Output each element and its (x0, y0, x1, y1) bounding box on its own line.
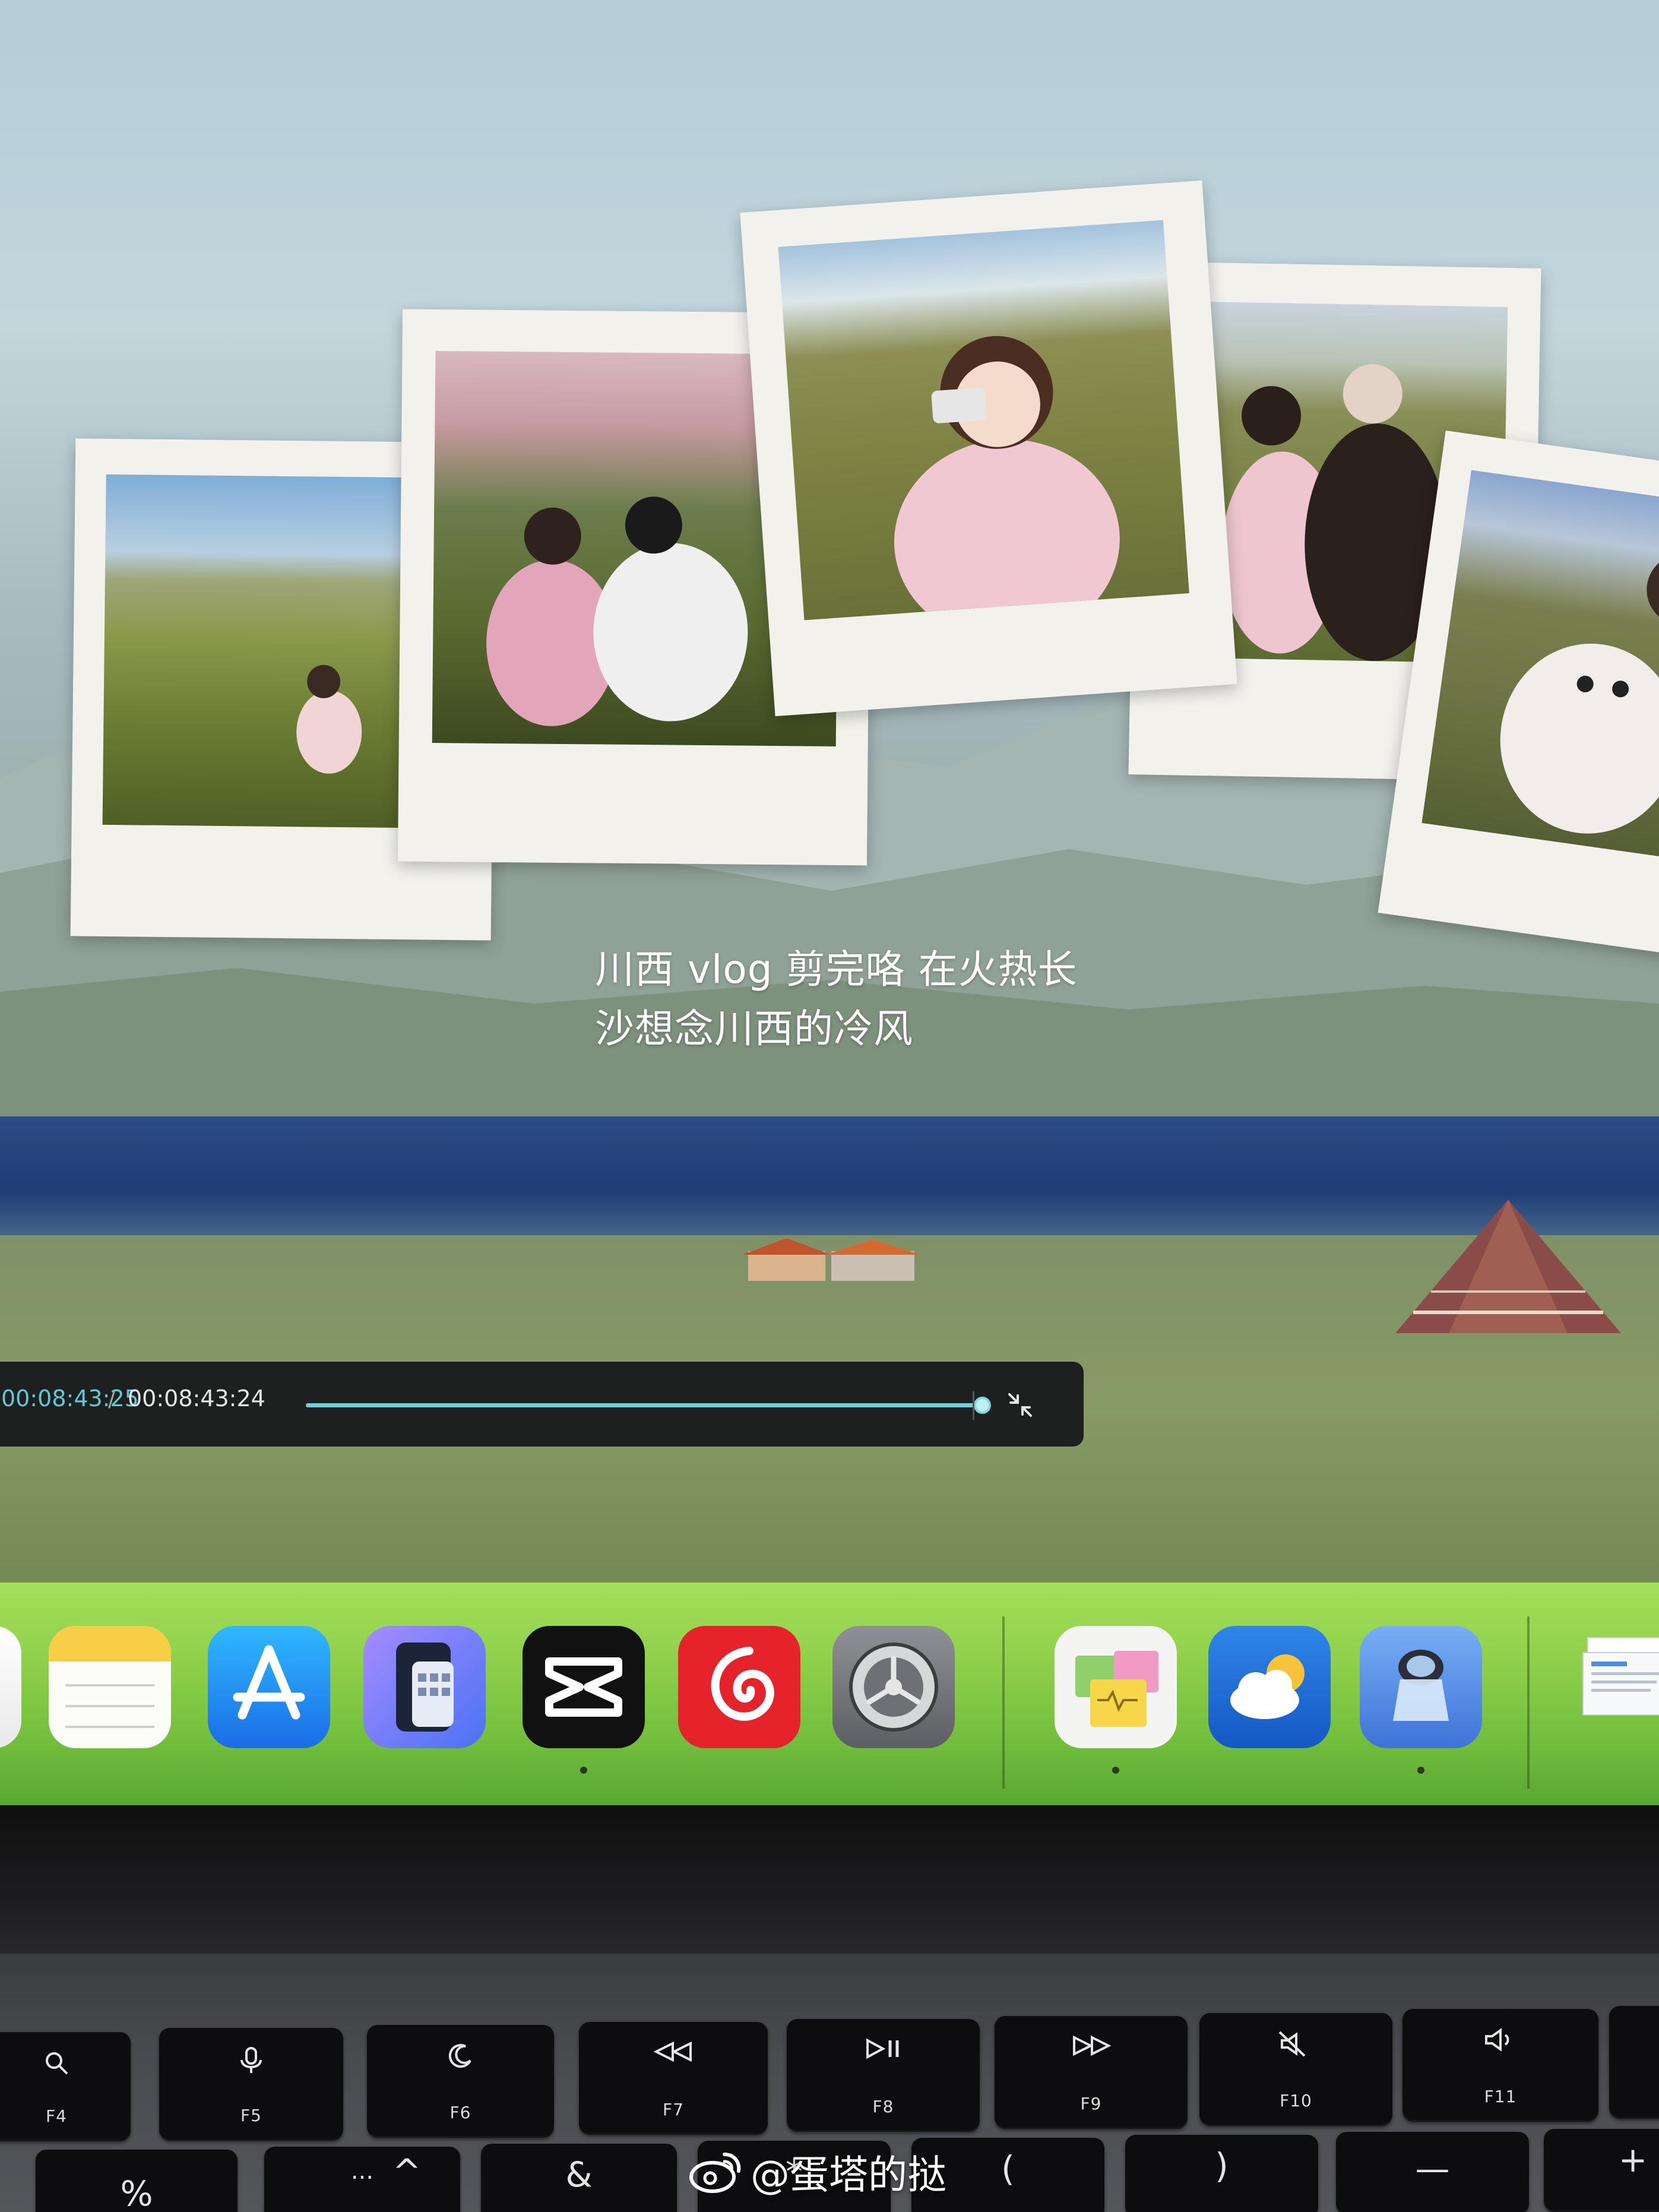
dock-item-netease-music[interactable] (678, 1626, 800, 1748)
netease-music-icon (711, 1647, 774, 1721)
camp-huts (742, 1238, 920, 1281)
volume-down-icon (1485, 2028, 1509, 2052)
dock-item-notes[interactable] (49, 1626, 171, 1748)
running-indicator-preview (1417, 1767, 1424, 1774)
caption-line-2: 沙想念川西的冷风 (595, 1006, 913, 1052)
key-6-caret[interactable]: ^ (356, 2147, 457, 2212)
dock-item-capcut[interactable] (523, 1626, 645, 1748)
dock-item-preview[interactable] (1360, 1626, 1482, 1748)
key-label: F7 (663, 2100, 684, 2119)
current-timecode: 00:08:43:25 (1, 1385, 139, 1412)
key-symbol: + (1618, 2140, 1648, 2180)
caption-line-1: 川西 vlog 剪完咯 在火热长 (595, 947, 1078, 992)
key-symbol: ^ (392, 2151, 422, 2192)
key-f11[interactable]: F11 (1402, 2009, 1598, 2122)
mute-icon (1278, 2031, 1305, 2057)
timecode-separator: / (108, 1385, 116, 1412)
key-label: F9 (1080, 2094, 1102, 2113)
dock-item-documents[interactable] (1579, 1626, 1659, 1748)
magnifier-icon (1393, 1650, 1449, 1721)
dock-item-system-settings[interactable] (832, 1626, 955, 1748)
key-f12-partial[interactable] (1609, 2006, 1659, 2119)
progress-track[interactable] (306, 1397, 991, 1414)
weibo-icon (689, 2153, 741, 2193)
dock-item-simulator[interactable] (363, 1626, 486, 1748)
search-icon (46, 2052, 68, 2075)
key-equals[interactable]: + (1544, 2129, 1659, 2212)
microphone-icon (240, 2047, 262, 2073)
key-symbol: — (1415, 2148, 1450, 2189)
key-symbol: & (565, 2154, 593, 2195)
polaroid-photo-3 (740, 180, 1237, 717)
key-5[interactable]: % (36, 2150, 238, 2212)
running-indicator-capcut (580, 1767, 587, 1774)
app-store-icon (233, 1645, 305, 1720)
stickies-icon (1075, 1651, 1158, 1727)
key-f7[interactable]: F7 (579, 2022, 768, 2135)
video-caption: 川西 vlog 剪完咯 在火热长 沙想念川西的冷风 (595, 940, 1189, 1059)
key-label: F4 (46, 2106, 67, 2126)
key-f10[interactable]: F10 (1199, 2013, 1392, 2126)
notes-icon (49, 1626, 171, 1728)
key-7[interactable]: & (481, 2144, 677, 2212)
key-minus[interactable]: — (1336, 2132, 1529, 2212)
bar-divider (973, 1391, 974, 1420)
key-f5[interactable]: F5 (159, 2028, 343, 2141)
key-symbol: % (120, 2173, 153, 2212)
dock-item-partial[interactable] (0, 1626, 21, 1748)
running-indicator-stickies (1112, 1767, 1119, 1774)
key-label: F5 (240, 2106, 262, 2125)
tibetan-tent (1395, 1200, 1621, 1333)
key-f4[interactable]: F4 (0, 2032, 131, 2141)
weather-icon (1230, 1654, 1305, 1719)
documents-icon (1582, 1637, 1659, 1716)
device-simulator-icon (396, 1643, 454, 1732)
fast-forward-icon (1072, 2035, 1111, 2056)
watermark-handle: @蛋塔的挞 (751, 2152, 946, 2198)
key-f6[interactable]: F6 (367, 2025, 554, 2138)
dock-item-app-store[interactable] (208, 1626, 330, 1748)
key-f9[interactable]: F9 (995, 2016, 1188, 2129)
player-control-bar[interactable]: 00:08:43:25 / 00:08:43:24 (0, 1362, 1084, 1447)
rewind-icon (653, 2041, 692, 2062)
key-symbol: ) (1215, 2145, 1229, 2186)
key-label: F11 (1484, 2087, 1517, 2106)
moon-icon (448, 2044, 471, 2068)
weibo-watermark: @蛋塔的挞 (689, 2145, 946, 2198)
key-label: F8 (872, 2097, 894, 2116)
total-timecode: 00:08:43:24 (128, 1385, 265, 1412)
laptop-bezel (0, 1805, 1659, 1960)
capcut-icon (545, 1657, 622, 1717)
play-pause-icon (866, 2038, 898, 2059)
key-f8[interactable]: F8 (787, 2019, 980, 2132)
dock-separator-2 (1527, 1616, 1530, 1789)
progress-knob[interactable] (973, 1397, 991, 1414)
key-label: F6 (449, 2103, 471, 2122)
key-label: F10 (1280, 2091, 1312, 2110)
dock-separator (1002, 1616, 1005, 1789)
gear-icon (849, 1643, 938, 1732)
dock-item-weather[interactable] (1208, 1626, 1331, 1748)
progress-fill (306, 1403, 982, 1407)
key-0[interactable]: ) (1125, 2135, 1318, 2212)
video-frame: 川西 vlog 剪完咯 在火热长 沙想念川西的冷风 00:08:43:25 / … (0, 0, 1659, 1805)
exit-fullscreen-icon[interactable] (1003, 1388, 1037, 1422)
dock-item-stickies[interactable] (1055, 1626, 1177, 1748)
